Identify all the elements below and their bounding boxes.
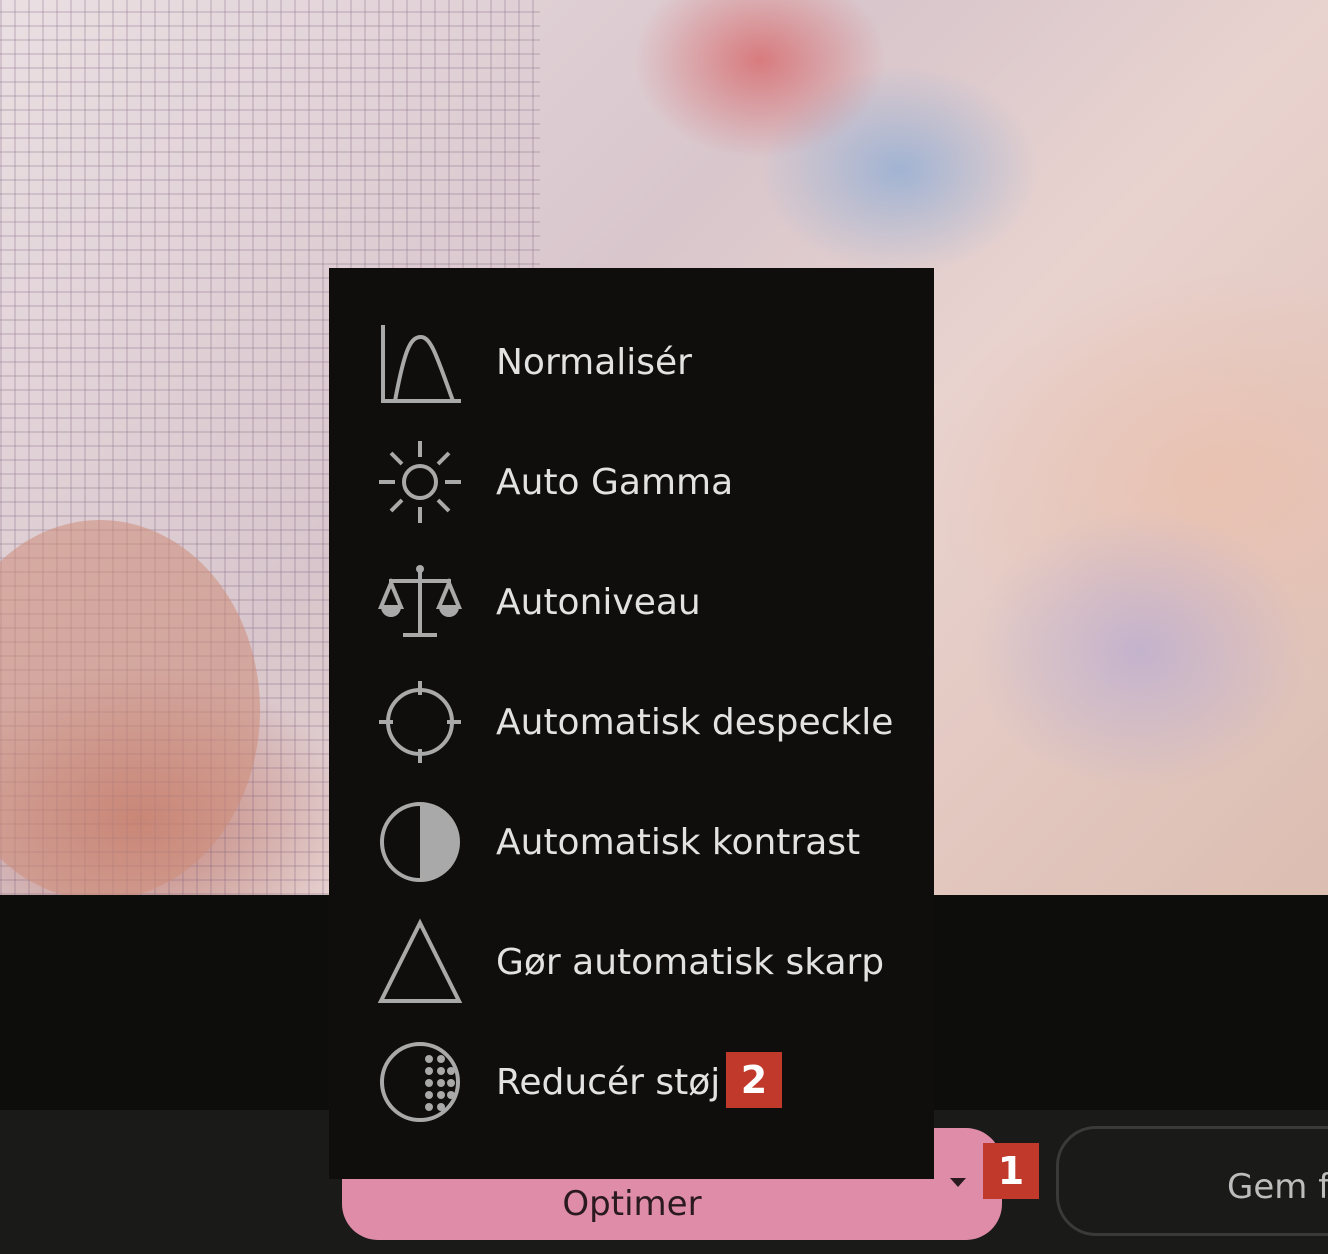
menu-item-label: Automatisk despeckle — [496, 701, 894, 743]
menu-item-auto-gamma[interactable]: Auto Gamma — [329, 422, 934, 542]
callout-marker-1: 1 — [983, 1143, 1039, 1199]
menu-item-auto-sharpen[interactable]: Gør automatisk skarp — [329, 902, 934, 1022]
menu-item-reduce-noise[interactable]: Reducér støj — [329, 1022, 934, 1142]
menu-item-label: Normalisér — [496, 341, 692, 383]
crosshair-icon — [375, 677, 465, 767]
scales-icon — [375, 557, 465, 647]
sun-icon — [375, 437, 465, 527]
optimize-menu: Normalisér Auto Gamma Autoniveau Automat… — [329, 268, 934, 1179]
save-copy-button[interactable]: Gem f — [1056, 1126, 1328, 1236]
menu-item-auto-contrast[interactable]: Automatisk kontrast — [329, 782, 934, 902]
menu-item-label: Gør automatisk skarp — [496, 941, 885, 983]
contrast-icon — [375, 797, 465, 887]
menu-item-label: Reducér støj — [496, 1061, 721, 1103]
menu-item-auto-level[interactable]: Autoniveau — [329, 542, 934, 662]
menu-item-auto-despeckle[interactable]: Automatisk despeckle — [329, 662, 934, 782]
menu-item-label: Automatisk kontrast — [496, 821, 861, 863]
menu-item-label: Auto Gamma — [496, 461, 734, 503]
optimize-dropdown-arrow-icon[interactable] — [950, 1178, 966, 1187]
optimize-button-label: Optimer — [562, 1184, 702, 1224]
histogram-icon — [375, 317, 465, 407]
menu-item-normalize[interactable]: Normalisér — [329, 302, 934, 422]
save-copy-button-label: Gem f — [1227, 1167, 1328, 1207]
triangle-icon — [375, 917, 465, 1007]
callout-marker-2: 2 — [726, 1052, 782, 1108]
noise-icon — [375, 1037, 465, 1127]
menu-item-label: Autoniveau — [496, 581, 701, 623]
